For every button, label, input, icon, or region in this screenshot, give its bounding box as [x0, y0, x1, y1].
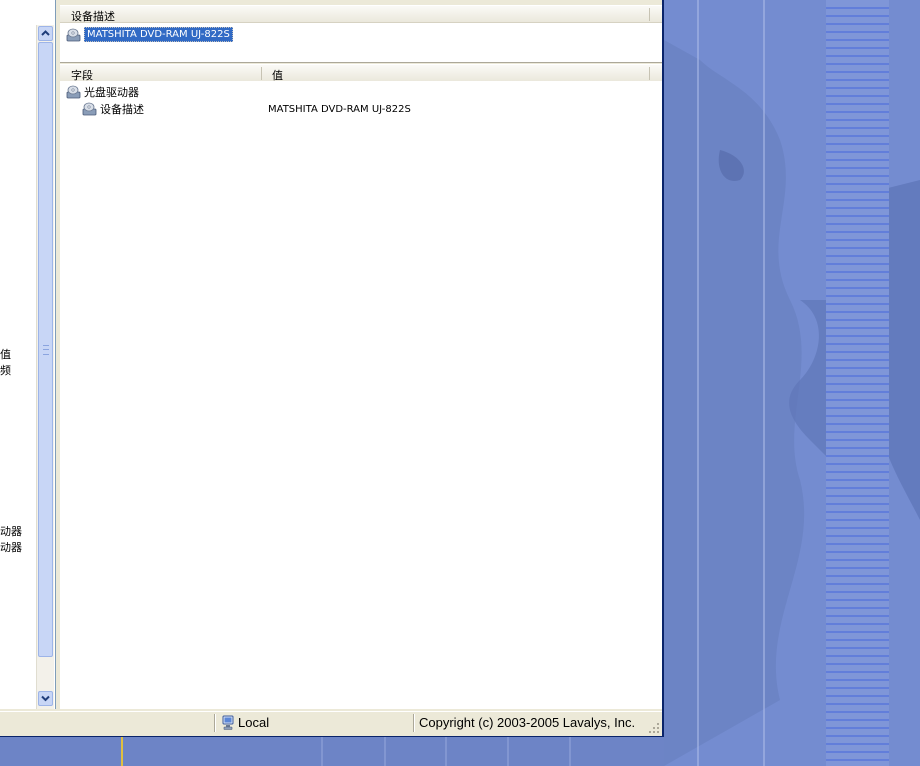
tree-label-fragment[interactable]: 动器 — [0, 523, 22, 539]
device-list-item[interactable]: MATSHITA DVD-RAM UJ-822S — [66, 27, 233, 42]
chevron-down-icon — [41, 695, 50, 702]
details-row-value[interactable]: MATSHITA DVD-RAM UJ-822S — [268, 101, 411, 117]
details-group-label: 光盘驱动器 — [84, 86, 139, 99]
details-row-field[interactable]: 设备描述 — [82, 101, 144, 117]
device-list-header: 设备描述 — [60, 5, 662, 23]
resize-grip-icon[interactable] — [648, 722, 660, 734]
details-value-label: MATSHITA DVD-RAM UJ-822S — [268, 103, 411, 115]
details-pane: 设备描述 MATSHITA DVD-RAM UJ-822S 字段 值 光盘驱动器… — [60, 0, 662, 709]
scroll-grip-icon — [43, 345, 49, 355]
device-list[interactable]: MATSHITA DVD-RAM UJ-822S — [60, 23, 662, 63]
optical-drive-icon — [82, 102, 98, 116]
app-window: 值 频 动器 动器 设备描述 MATSHITA DVD-RAM UJ-822S … — [0, 0, 664, 737]
column-divider[interactable] — [649, 8, 650, 21]
tree-label-fragment[interactable]: 动器 — [0, 539, 22, 555]
optical-drive-icon — [66, 28, 82, 42]
status-location-cell: Local — [221, 714, 411, 732]
status-bar: Local Copyright (c) 2003-2005 Lavalys, I… — [0, 711, 662, 736]
status-location: Local — [238, 715, 270, 730]
computer-icon — [222, 715, 234, 730]
device-tree-pane[interactable]: 值 频 动器 动器 — [0, 0, 56, 709]
optical-drive-icon — [66, 85, 82, 99]
scroll-down-button[interactable] — [38, 691, 53, 706]
details-field-label: 设备描述 — [100, 103, 144, 116]
details-group-row[interactable]: 光盘驱动器 — [66, 84, 139, 100]
device-list-item-label[interactable]: MATSHITA DVD-RAM UJ-822S — [84, 27, 233, 42]
tree-label-fragment[interactable]: 频 — [0, 362, 11, 378]
details-list-header: 字段 值 — [60, 64, 662, 82]
scroll-thumb[interactable] — [38, 42, 53, 657]
column-header-device-description[interactable]: 设备描述 — [60, 8, 650, 24]
status-separator — [214, 714, 216, 732]
tree-label-fragment[interactable]: 值 — [0, 346, 11, 362]
scroll-up-button[interactable] — [38, 26, 53, 41]
status-separator — [413, 714, 415, 732]
details-list[interactable]: 光盘驱动器 设备描述 MATSHITA DVD-RAM UJ-822S — [60, 81, 662, 709]
tree-vertical-scrollbar[interactable] — [36, 25, 54, 709]
status-copyright: Copyright (c) 2003-2005 Lavalys, Inc. — [419, 715, 636, 730]
chevron-up-icon — [41, 30, 50, 36]
column-divider[interactable] — [649, 67, 650, 80]
